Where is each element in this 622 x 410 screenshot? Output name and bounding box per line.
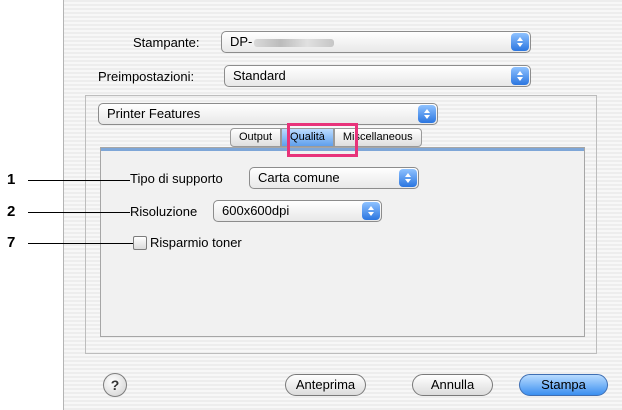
resolution-value: 600x600dpi [222, 203, 290, 218]
media-type-label: Tipo di supporto [130, 171, 223, 186]
tab-highlight-box [287, 123, 358, 157]
callout-line [28, 180, 130, 181]
printer-value: DP- [230, 34, 253, 49]
preview-button[interactable]: Anteprima [285, 374, 366, 396]
media-type-value: Carta comune [258, 170, 340, 185]
presets-label: Preimpostazioni: [98, 69, 195, 84]
media-type-popup[interactable]: Carta comune [249, 167, 419, 189]
popup-arrows-icon [399, 169, 417, 187]
popup-arrows-icon [418, 105, 436, 123]
tab-output[interactable]: Output [230, 128, 282, 147]
presets-popup[interactable]: Standard [224, 65, 531, 87]
presets-value: Standard [233, 68, 286, 83]
toner-saver-checkbox[interactable] [133, 236, 147, 250]
popup-arrows-icon [511, 67, 529, 85]
toner-saver-label: Risparmio toner [150, 235, 242, 250]
section-popup[interactable]: Printer Features [98, 103, 438, 125]
print-button[interactable]: Stampa [519, 374, 608, 396]
popup-arrows-icon [511, 33, 529, 51]
callout-number: 2 [7, 203, 16, 220]
resolution-popup[interactable]: 600x600dpi [213, 200, 382, 222]
callout-line [28, 243, 133, 244]
printer-label: Stampante: [133, 35, 200, 50]
cancel-button[interactable]: Annulla [412, 374, 493, 396]
section-popup-value: Printer Features [107, 106, 201, 121]
callout-number: 1 [7, 171, 16, 188]
callout-number: 7 [7, 234, 16, 251]
redacted-printer-name [254, 38, 335, 47]
help-icon[interactable]: ? [103, 373, 127, 397]
popup-arrows-icon [362, 202, 380, 220]
printer-popup[interactable]: DP- [221, 31, 531, 53]
callout-line [28, 212, 130, 213]
resolution-label: Risoluzione [130, 204, 198, 219]
